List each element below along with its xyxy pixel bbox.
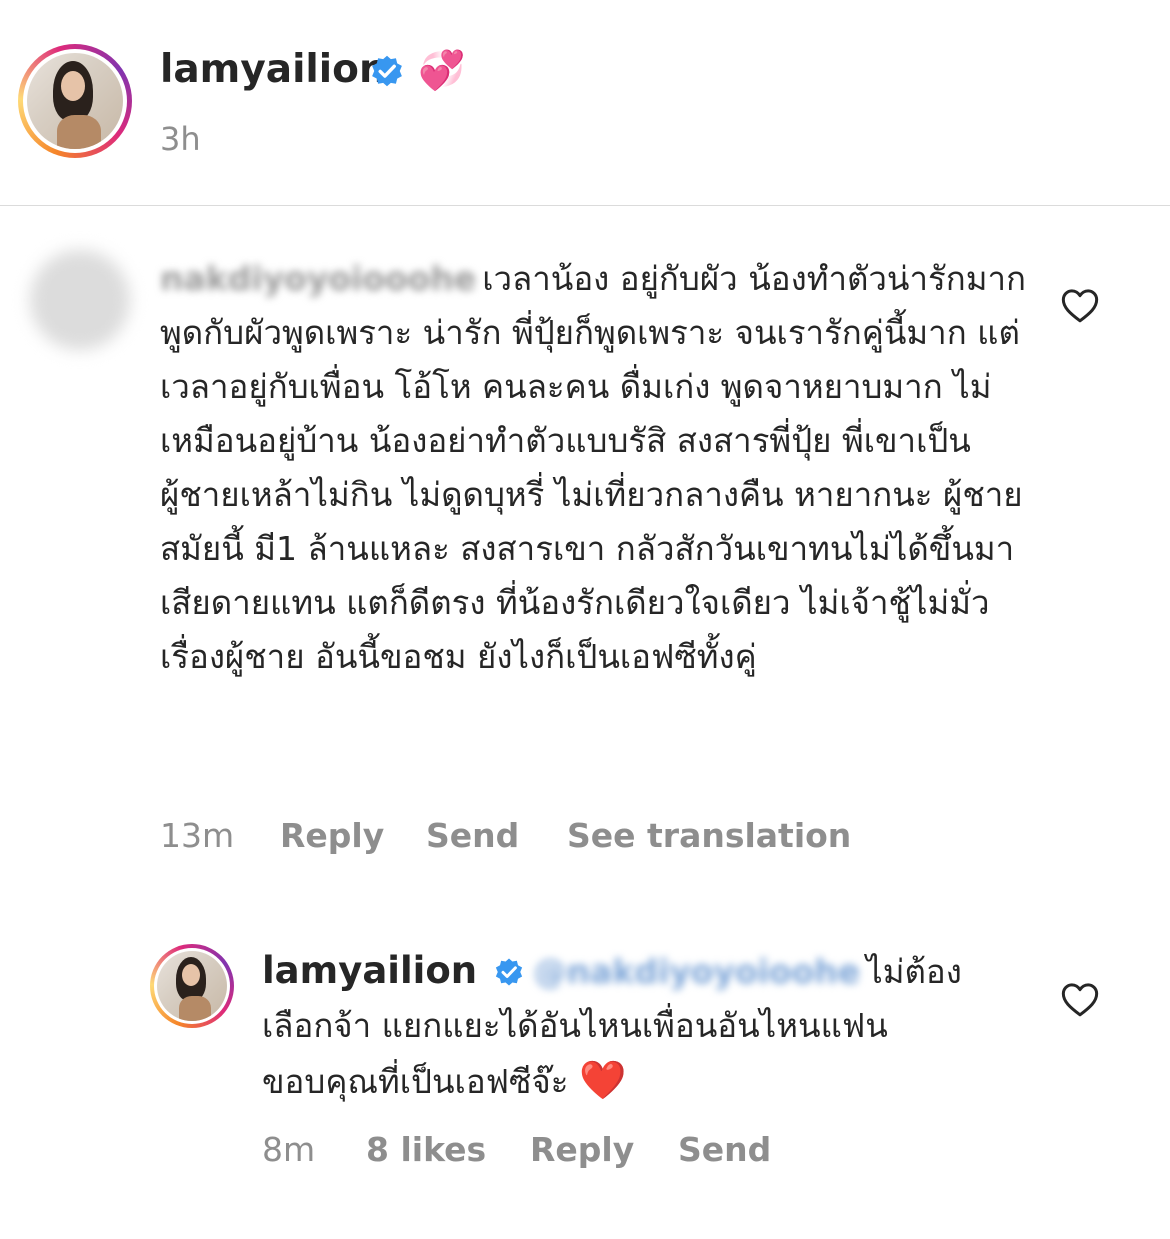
comment-text: เวลาน้อง อยู่กับผัว น้องทำตัวน่ารักมาก พ… xyxy=(160,259,1026,676)
comment-timestamp: 13m xyxy=(160,816,235,855)
comment-send-button[interactable]: Send xyxy=(426,814,519,858)
post-author-avatar[interactable] xyxy=(18,44,132,158)
reply-avatar-photo xyxy=(157,951,227,1021)
heart-emoji: 💞 xyxy=(418,48,466,92)
mention-blurred[interactable]: @nakdiyoyoioohe xyxy=(534,945,861,999)
see-translation-button[interactable]: See translation xyxy=(567,814,851,858)
verified-badge-icon xyxy=(372,55,402,87)
red-heart-emoji: ❤️ xyxy=(578,1058,627,1102)
reply-author-avatar[interactable] xyxy=(150,944,234,1028)
heart-outline-icon[interactable] xyxy=(1060,286,1100,324)
post-timestamp: 3h xyxy=(160,120,201,158)
avatar-photo xyxy=(27,53,123,149)
verified-badge-icon xyxy=(495,958,522,986)
reply-timestamp: 8m xyxy=(262,1130,316,1169)
commenter-username-blurred[interactable]: nakdiyoyoiooohe xyxy=(160,252,476,306)
comment-body: nakdiyoyoiooohe เวลาน้อง อยู่กับผัว น้องท… xyxy=(160,252,1040,684)
comment-reply-button[interactable]: Reply xyxy=(280,814,384,858)
reply-send-button[interactable]: Send xyxy=(678,1128,771,1172)
header-divider xyxy=(0,205,1170,206)
reply-reply-button[interactable]: Reply xyxy=(530,1128,634,1172)
post-author-username[interactable]: lamyailion xyxy=(160,46,387,94)
reply-likes-count[interactable]: 8 likes xyxy=(366,1128,486,1172)
reply-body: lamyailion @nakdiyoyoioohe ไม่ต้องเลือกจ้… xyxy=(262,944,982,1109)
commenter-avatar-blurred[interactable] xyxy=(30,250,130,350)
reply-author-username[interactable]: lamyailion xyxy=(262,949,477,992)
heart-outline-icon[interactable] xyxy=(1060,980,1100,1018)
